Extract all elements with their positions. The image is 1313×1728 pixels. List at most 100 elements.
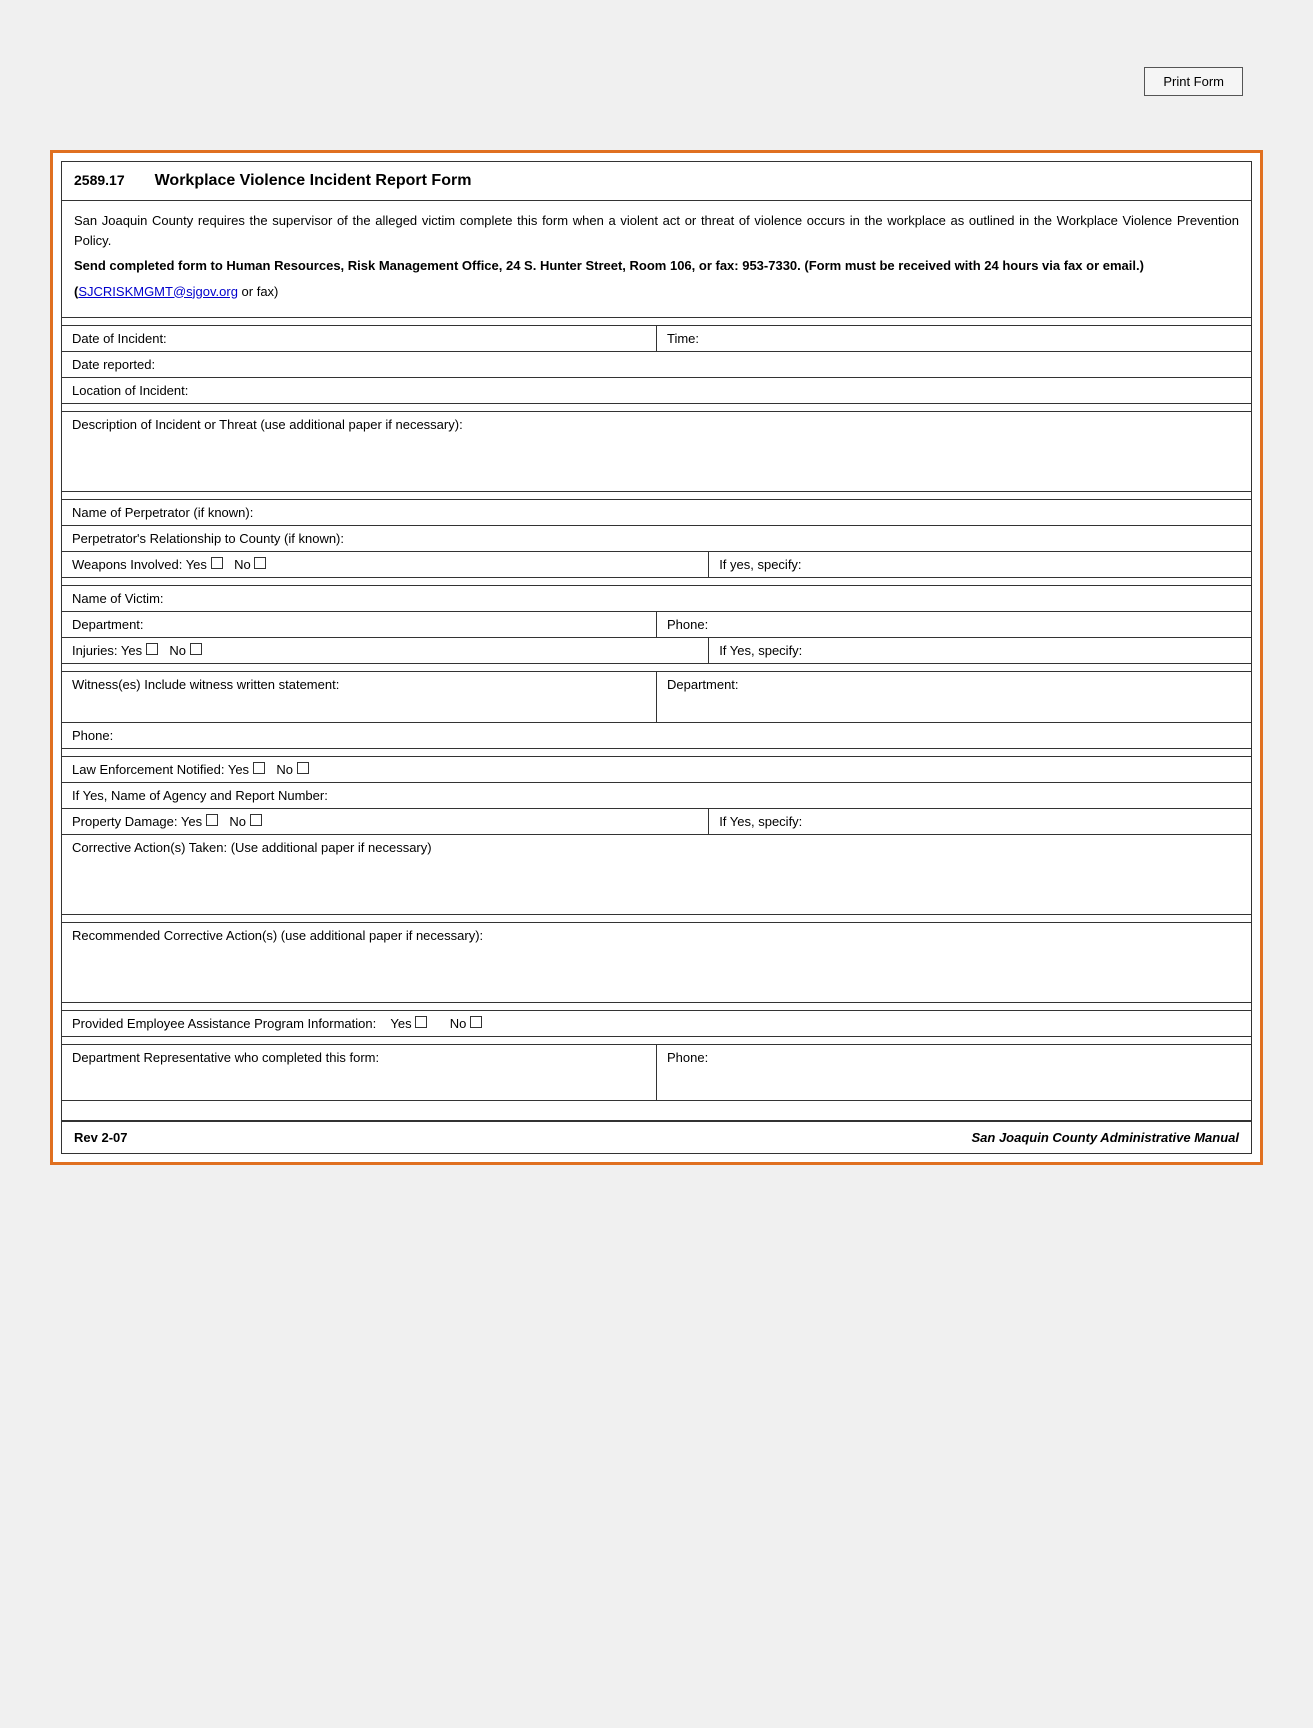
witness-dept-label: Department: — [667, 677, 739, 692]
injuries-yes-checkbox[interactable] — [146, 643, 158, 655]
spacer-2 — [62, 404, 1251, 412]
agency-label: If Yes, Name of Agency and Report Number… — [72, 788, 328, 803]
property-damage-no-checkbox-group — [250, 814, 262, 826]
witness-cell: Witness(es) Include witness written stat… — [62, 672, 657, 722]
spacer-7 — [62, 915, 1251, 923]
dept-phone-row: Department: Phone: — [62, 612, 1251, 638]
property-damage-yes-checkbox[interactable] — [206, 814, 218, 826]
corrective-action-row: Corrective Action(s) Taken: (Use additio… — [62, 835, 1251, 915]
dept-rep-cell: Department Representative who completed … — [62, 1045, 657, 1100]
employee-assistance-row: Provided Employee Assistance Program Inf… — [62, 1011, 1251, 1037]
dept-cell: Department: — [62, 612, 657, 637]
dept-rep-phone-label: Phone: — [667, 1050, 708, 1065]
law-enforcement-no-label: No — [276, 762, 293, 777]
law-enforcement-no-checkbox[interactable] — [297, 762, 309, 774]
phone-label: Phone: — [667, 617, 708, 632]
spacer-1 — [62, 318, 1251, 326]
weapons-specify-label: If yes, specify: — [719, 557, 801, 572]
witness-dept-row: Witness(es) Include witness written stat… — [62, 672, 1251, 723]
injuries-left-cell: Injuries: Yes No — [62, 638, 709, 663]
perpetrator-relationship-label: Perpetrator's Relationship to County (if… — [72, 531, 344, 546]
time-label: Time: — [667, 331, 699, 346]
employee-assistance-yes-checkbox[interactable] — [415, 1016, 427, 1028]
description-label: Description of Incident or Threat (use a… — [72, 417, 463, 432]
fields-section: Date of Incident: Time: Date reported: L… — [62, 318, 1251, 1121]
weapons-no-checkbox[interactable] — [254, 557, 266, 569]
property-damage-no-label: No — [229, 814, 246, 829]
intro-section: San Joaquin County requires the supervis… — [62, 201, 1251, 318]
weapons-specify-cell: If yes, specify: — [709, 552, 1251, 577]
date-reported-row: Date reported: — [62, 352, 1251, 378]
law-enforcement-yes-checkbox[interactable] — [253, 762, 265, 774]
dept-rep-row: Department Representative who completed … — [62, 1045, 1251, 1101]
victim-name-row: Name of Victim: — [62, 586, 1251, 612]
spacer-9 — [62, 1037, 1251, 1045]
send-instructions: Send completed form to Human Resources, … — [74, 258, 1144, 273]
employee-assistance-yes-text: Yes — [390, 1016, 411, 1031]
perpetrator-name-row: Name of Perpetrator (if known): — [62, 500, 1251, 526]
time-cell: Time: — [657, 326, 1251, 351]
property-damage-yes-checkbox-group — [206, 814, 218, 826]
email-link[interactable]: SJCRISKMGMT@sjgov.org — [78, 284, 238, 299]
law-enforcement-yes-checkbox-group — [253, 762, 265, 774]
date-time-row: Date of Incident: Time: — [62, 326, 1251, 352]
spacer-5 — [62, 664, 1251, 672]
weapons-left-cell: Weapons Involved: Yes No — [62, 552, 709, 577]
property-damage-specify-label: If Yes, specify: — [719, 814, 802, 829]
dept-rep-label: Department Representative who completed … — [72, 1050, 379, 1065]
injuries-no-checkbox[interactable] — [190, 643, 202, 655]
date-of-incident-label: Date of Incident: — [72, 331, 167, 346]
agency-row: If Yes, Name of Agency and Report Number… — [62, 783, 1251, 809]
form-title-row: 2589.17 Workplace Violence Incident Repo… — [62, 162, 1251, 201]
date-of-incident-cell: Date of Incident: — [62, 326, 657, 351]
perpetrator-name-label: Name of Perpetrator (if known): — [72, 505, 253, 520]
footer-rev: Rev 2-07 — [74, 1130, 127, 1145]
law-enforcement-label: Law Enforcement Notified: Yes — [72, 762, 249, 777]
corrective-action-label: Corrective Action(s) Taken: (Use additio… — [72, 840, 432, 855]
weapons-label: Weapons Involved: Yes — [72, 557, 207, 572]
page-wrapper: Print Form 2589.17 Workplace Violence In… — [20, 20, 1293, 1708]
property-damage-label: Property Damage: Yes — [72, 814, 202, 829]
weapons-yes-checkbox-group — [211, 557, 223, 569]
injuries-label: Injuries: Yes — [72, 643, 142, 658]
property-damage-no-checkbox[interactable] — [250, 814, 262, 826]
description-row: Description of Incident or Threat (use a… — [62, 412, 1251, 492]
spacer-8 — [62, 1003, 1251, 1011]
property-damage-left-cell: Property Damage: Yes No — [62, 809, 709, 834]
email-suffix: or fax) — [238, 284, 278, 299]
spacer-10 — [62, 1101, 1251, 1121]
form-container: 2589.17 Workplace Violence Incident Repo… — [50, 150, 1263, 1165]
weapons-yes-checkbox[interactable] — [211, 557, 223, 569]
recommended-corrective-label: Recommended Corrective Action(s) (use ad… — [72, 928, 483, 943]
footer-manual: San Joaquin County Administrative Manual — [972, 1130, 1240, 1145]
injuries-specify-label: If Yes, specify: — [719, 643, 802, 658]
spacer-4 — [62, 578, 1251, 586]
dept-rep-phone-cell: Phone: — [657, 1045, 1251, 1100]
print-form-button[interactable]: Print Form — [1144, 67, 1243, 96]
form-inner: 2589.17 Workplace Violence Incident Repo… — [61, 161, 1252, 1154]
witness-phone-label: Phone: — [72, 728, 113, 743]
weapons-no-checkbox-group — [254, 557, 266, 569]
employee-assistance-yes-checkbox-group — [415, 1016, 427, 1028]
injuries-no-label: No — [169, 643, 186, 658]
form-number: 2589.17 — [74, 172, 125, 188]
witness-label: Witness(es) Include witness written stat… — [72, 677, 339, 692]
phone-cell: Phone: — [657, 612, 1251, 637]
weapons-no-label: No — [234, 557, 251, 572]
property-damage-row: Property Damage: Yes No If Yes, specify: — [62, 809, 1251, 835]
spacer-6 — [62, 749, 1251, 757]
employee-assistance-no-checkbox[interactable] — [470, 1016, 482, 1028]
injuries-specify-cell: If Yes, specify: — [709, 638, 1251, 663]
date-reported-label: Date reported: — [72, 357, 155, 372]
form-footer: Rev 2-07 San Joaquin County Administrati… — [62, 1121, 1251, 1153]
injuries-yes-checkbox-group — [146, 643, 158, 655]
weapons-row: Weapons Involved: Yes No If yes, specify… — [62, 552, 1251, 578]
location-label: Location of Incident: — [72, 383, 188, 398]
injuries-no-checkbox-group — [190, 643, 202, 655]
law-enforcement-row: Law Enforcement Notified: Yes No — [62, 757, 1251, 783]
injuries-row: Injuries: Yes No If Yes, specify: — [62, 638, 1251, 664]
witness-dept-cell: Department: — [657, 672, 1251, 722]
department-label: Department: — [72, 617, 144, 632]
employee-assistance-label: Provided Employee Assistance Program Inf… — [72, 1016, 376, 1031]
form-title: Workplace Violence Incident Report Form — [155, 172, 472, 190]
